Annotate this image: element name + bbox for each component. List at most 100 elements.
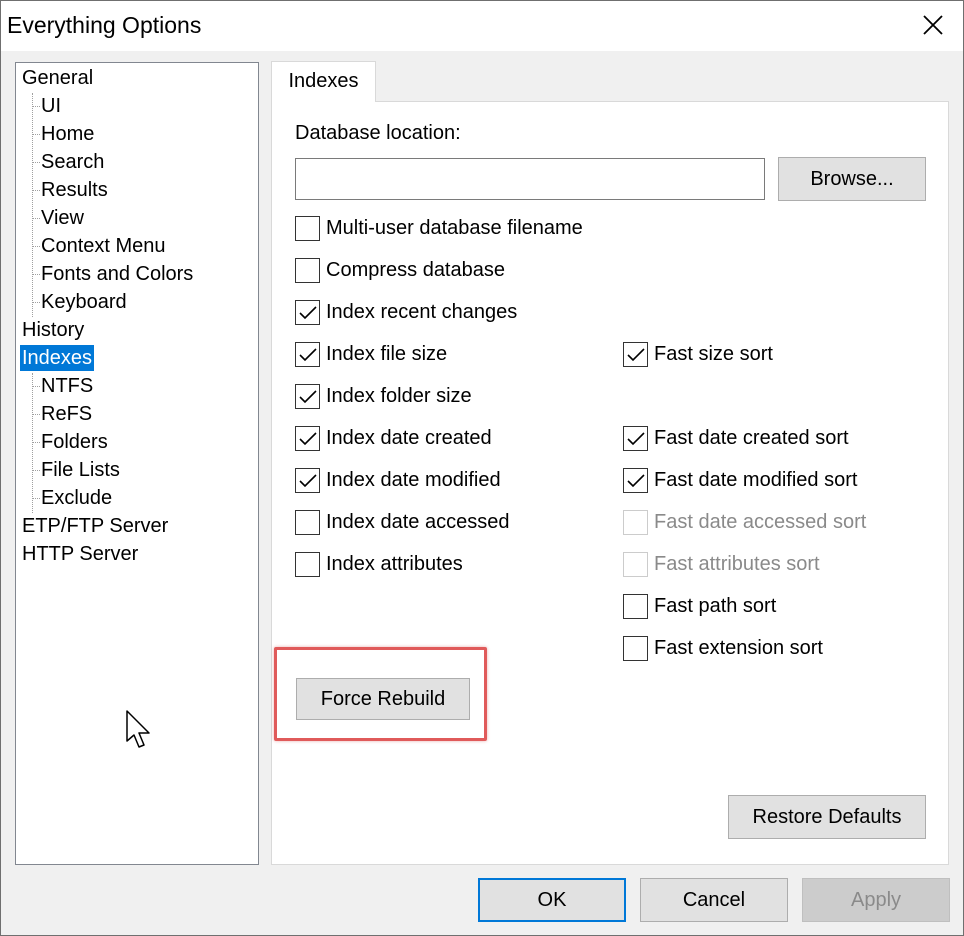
tree-item-search[interactable]: Search	[39, 149, 106, 175]
checkbox-compress-database[interactable]: Compress database	[295, 258, 505, 283]
checkmark-icon	[626, 473, 645, 487]
checkbox-label: Index folder size	[326, 385, 472, 407]
checkbox-box[interactable]	[295, 510, 320, 535]
checkbox-index-date-created[interactable]: Index date created	[295, 426, 492, 451]
apply-button[interactable]: Apply	[802, 878, 950, 922]
tree-item-history[interactable]: History	[20, 317, 86, 343]
tree-item-indexes[interactable]: Indexes	[20, 345, 95, 371]
mouse-cursor-icon	[126, 710, 150, 748]
checkbox-box[interactable]	[295, 216, 320, 241]
tree-connector-general	[32, 93, 33, 317]
checkbox-fast-date-created-sort[interactable]: Fast date created sort	[623, 426, 849, 451]
tree-connector	[32, 302, 40, 303]
cancel-button[interactable]: Cancel	[640, 878, 788, 922]
checkbox-index-file-size[interactable]: Index file size	[295, 342, 447, 367]
checkbox-label: Index date created	[326, 427, 492, 449]
checkbox-label: Compress database	[326, 259, 505, 281]
checkbox-multi-user-database-filename[interactable]: Multi-user database filename	[295, 216, 583, 241]
window-title: Everything Options	[7, 12, 202, 38]
checkmark-icon	[298, 431, 317, 445]
checkbox-label: Fast date created sort	[654, 427, 849, 449]
browse-button[interactable]: Browse...	[778, 157, 926, 201]
force-rebuild-button[interactable]: Force Rebuild	[296, 678, 470, 720]
checkbox-fast-path-sort[interactable]: Fast path sort	[623, 594, 776, 619]
checkbox-box[interactable]	[295, 552, 320, 577]
tree-item-etp-ftp-server[interactable]: ETP/FTP Server	[20, 513, 170, 539]
tree-item-keyboard[interactable]: Keyboard	[39, 289, 129, 315]
tree-item-context-menu[interactable]: Context Menu	[39, 233, 168, 259]
checkmark-icon	[298, 389, 317, 403]
tree-item-general[interactable]: General	[20, 65, 95, 91]
checkmark-icon	[298, 473, 317, 487]
checkbox-box[interactable]	[623, 552, 648, 577]
tree-connector	[32, 162, 40, 163]
tree-item-home[interactable]: Home	[39, 121, 96, 147]
checkmark-icon	[626, 431, 645, 445]
tree-connector	[32, 218, 40, 219]
checkbox-box[interactable]	[295, 426, 320, 451]
checkbox-fast-extension-sort[interactable]: Fast extension sort	[623, 636, 823, 661]
tree-item-results[interactable]: Results	[39, 177, 110, 203]
tree-connector	[32, 274, 40, 275]
tree-item-exclude[interactable]: Exclude	[39, 485, 114, 511]
title-bar[interactable]: Everything Options	[1, 1, 963, 51]
checkbox-box[interactable]	[623, 468, 648, 493]
checkbox-box[interactable]	[295, 300, 320, 325]
database-location-input[interactable]	[295, 158, 765, 200]
checkbox-fast-attributes-sort[interactable]: Fast attributes sort	[623, 552, 820, 577]
tab-indexes[interactable]: Indexes	[271, 61, 376, 102]
checkmark-icon	[298, 347, 317, 361]
checkbox-box[interactable]	[295, 342, 320, 367]
checkbox-label: Fast attributes sort	[654, 553, 820, 575]
checkbox-label: Index recent changes	[326, 301, 518, 323]
database-location-label: Database location:	[295, 122, 461, 144]
checkbox-box[interactable]	[623, 594, 648, 619]
tree-connector	[32, 190, 40, 191]
options-dialog: Everything Options General UI Home Search Re…	[0, 0, 964, 936]
checkbox-index-folder-size[interactable]: Index folder size	[295, 384, 472, 409]
tree-item-ui[interactable]: UI	[39, 93, 63, 119]
tree-connector	[32, 470, 40, 471]
tree-item-ntfs[interactable]: NTFS	[39, 373, 95, 399]
checkbox-label: Fast date modified sort	[654, 469, 858, 491]
checkbox-label: Fast path sort	[654, 595, 777, 617]
close-icon[interactable]	[917, 9, 949, 41]
checkbox-fast-date-modified-sort[interactable]: Fast date modified sort	[623, 468, 857, 493]
checkbox-box[interactable]	[623, 342, 648, 367]
checkbox-index-recent-changes[interactable]: Index recent changes	[295, 300, 517, 325]
tree-connector	[32, 498, 40, 499]
ok-button[interactable]: OK	[478, 878, 626, 922]
checkbox-box[interactable]	[623, 636, 648, 661]
tree-connector	[32, 386, 40, 387]
checkbox-box[interactable]	[295, 468, 320, 493]
tree-connector	[32, 442, 40, 443]
tree-item-refs[interactable]: ReFS	[39, 401, 94, 427]
checkmark-icon	[626, 347, 645, 361]
checkbox-box[interactable]	[623, 426, 648, 451]
checkbox-label: Fast date accessed sort	[654, 511, 867, 533]
checkbox-label: Index attributes	[326, 553, 463, 575]
tree-item-view[interactable]: View	[39, 205, 86, 231]
checkbox-index-date-modified[interactable]: Index date modified	[295, 468, 501, 493]
checkbox-fast-size-sort[interactable]: Fast size sort	[623, 342, 773, 367]
tree-item-folders[interactable]: Folders	[39, 429, 110, 455]
checkmark-icon	[298, 305, 317, 319]
checkbox-index-attributes[interactable]: Index attributes	[295, 552, 463, 577]
checkbox-label: Fast size sort	[654, 343, 773, 365]
tree-connector	[32, 414, 40, 415]
checkbox-index-date-accessed[interactable]: Index date accessed	[295, 510, 509, 535]
tree-connector	[32, 106, 40, 107]
checkbox-label: Index date modified	[326, 469, 501, 491]
checkbox-label: Index file size	[326, 343, 448, 365]
tree-item-http-server[interactable]: HTTP Server	[20, 541, 140, 567]
tree-item-file-lists[interactable]: File Lists	[39, 457, 122, 483]
tree-connector-indexes	[32, 373, 33, 513]
tree-item-fonts-and-colors[interactable]: Fonts and Colors	[39, 261, 195, 287]
restore-defaults-button[interactable]: Restore Defaults	[728, 795, 926, 839]
checkbox-fast-date-accessed-sort[interactable]: Fast date accessed sort	[623, 510, 866, 535]
checkbox-box[interactable]	[623, 510, 648, 535]
checkbox-box[interactable]	[295, 384, 320, 409]
checkbox-label: Fast extension sort	[654, 637, 823, 659]
checkbox-box[interactable]	[295, 258, 320, 283]
tree-connector	[32, 134, 40, 135]
